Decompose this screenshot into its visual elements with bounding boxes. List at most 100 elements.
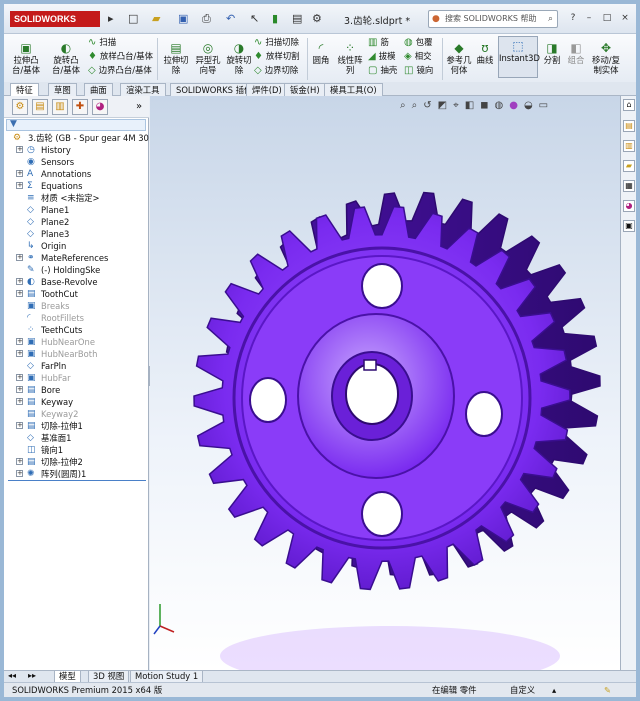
save-icon[interactable]: ▣: [178, 12, 188, 26]
expand-icon[interactable]: +: [16, 170, 23, 177]
tab-sketch[interactable]: 草图: [48, 83, 77, 96]
boundary-boss-button[interactable]: ◇ 边界凸台/基体: [88, 64, 152, 77]
scroll-left-icon[interactable]: ◂◂: [8, 671, 16, 680]
expand-icon[interactable]: +: [16, 398, 23, 405]
file-properties-icon[interactable]: ▤: [292, 12, 302, 26]
expand-icon[interactable]: +: [16, 458, 23, 465]
fillet-button[interactable]: ◜ 圆角: [309, 42, 333, 66]
rib-button[interactable]: ▥ 筋: [368, 36, 389, 49]
tree-item[interactable]: + ⚭ MateReferences: [4, 252, 149, 264]
help-search-input[interactable]: ● 搜索 SOLIDWORKS 帮助 ⌕: [428, 10, 558, 28]
tree-item[interactable]: ✎ (-) HoldingSke: [4, 264, 149, 276]
display-manager-tab-icon[interactable]: ◕: [92, 99, 108, 115]
feature-manager-tab-icon[interactable]: ⚙: [12, 99, 28, 115]
gear-model[interactable]: [150, 96, 620, 670]
intersect-button[interactable]: ◈ 相交: [404, 50, 431, 63]
tab-sheet-metal[interactable]: 钣金(H): [284, 83, 326, 96]
expand-icon[interactable]: +: [16, 374, 23, 381]
loft-boss-button[interactable]: ♦ 放样凸台/基体: [88, 50, 153, 63]
tab-weldments[interactable]: 焊件(D): [246, 83, 288, 96]
dimxpert-tab-icon[interactable]: ✚: [72, 99, 88, 115]
expand-icon[interactable]: +: [16, 422, 23, 429]
minimize-icon[interactable]: –: [582, 10, 596, 26]
close-icon[interactable]: ×: [618, 10, 632, 26]
new-document-icon[interactable]: □: [128, 12, 138, 26]
maximize-icon[interactable]: □: [600, 10, 614, 26]
tree-item[interactable]: + A Annotations: [4, 168, 149, 180]
curves-button[interactable]: ʊ 曲线: [474, 42, 496, 66]
undo-icon[interactable]: ↶: [226, 12, 235, 26]
tree-item[interactable]: + ◷ History: [4, 144, 149, 156]
rebuild-icon[interactable]: ▮: [272, 12, 278, 26]
tree-item[interactable]: ▣ Breaks: [4, 300, 149, 312]
file-explorer-icon[interactable]: ▰: [623, 160, 635, 172]
expand-icon[interactable]: +: [16, 338, 23, 345]
expand-icon[interactable]: +: [16, 350, 23, 357]
tree-item[interactable]: ◇ Plane1: [4, 204, 149, 216]
tree-item[interactable]: + ▤ Keyway: [4, 396, 149, 408]
expand-icon[interactable]: +: [16, 254, 23, 261]
revolve-boss-button[interactable]: ◐ 旋转凸 台/基体: [48, 42, 84, 76]
mirror-button[interactable]: ◫ 镜向: [404, 64, 433, 77]
design-library-icon[interactable]: ▥: [623, 140, 635, 152]
tab-render-tools[interactable]: 渲染工具: [120, 83, 166, 96]
units-chevron-icon[interactable]: ▴: [552, 683, 556, 697]
tree-item[interactable]: ◇ Plane3: [4, 228, 149, 240]
extrude-boss-button[interactable]: ▣ 拉伸凸 台/基体: [8, 42, 44, 76]
expand-icon[interactable]: +: [16, 386, 23, 393]
tree-item[interactable]: + ◐ Base-Revolve: [4, 276, 149, 288]
chevron-right-icon[interactable]: »: [136, 101, 142, 112]
tab-mold-tools[interactable]: 模具工具(O): [324, 83, 383, 96]
appearances-icon[interactable]: ◕: [623, 200, 635, 212]
tree-item[interactable]: + ▣ HubNearBoth: [4, 348, 149, 360]
tab-features[interactable]: 特征: [10, 83, 39, 96]
tree-item[interactable]: + ▤ ToothCut: [4, 288, 149, 300]
select-arrow-icon[interactable]: ↖: [250, 12, 259, 26]
wrap-button[interactable]: ◍ 包覆: [404, 36, 432, 49]
menu-arrow-icon[interactable]: ▸: [108, 12, 114, 26]
revolve-cut-button[interactable]: ◑ 旋转切 除: [224, 42, 254, 76]
tree-item[interactable]: ≡ 材质 <未指定>: [4, 192, 149, 204]
tree-item[interactable]: ◇ 基准面1: [4, 432, 149, 444]
tree-filter[interactable]: ▼: [6, 119, 146, 131]
expand-icon[interactable]: +: [16, 146, 23, 153]
print-icon[interactable]: ⎙: [202, 12, 211, 26]
hole-wizard-button[interactable]: ◎ 异型孔 向导: [192, 42, 224, 76]
expand-icon[interactable]: +: [16, 278, 23, 285]
configuration-manager-tab-icon[interactable]: ▥: [52, 99, 68, 115]
reference-geometry-button[interactable]: ◆ 参考几 何体: [444, 42, 474, 76]
search-icon[interactable]: ⌕: [548, 11, 553, 27]
sweep-button[interactable]: ∿ 扫描: [88, 36, 116, 49]
tree-item[interactable]: ◉ Sensors: [4, 156, 149, 168]
tree-item[interactable]: ◇ FarPln: [4, 360, 149, 372]
draft-button[interactable]: ◢ 拔模: [368, 50, 395, 63]
view-palette-icon[interactable]: ▦: [623, 180, 635, 192]
shell-button[interactable]: ▢ 抽壳: [368, 64, 397, 77]
tree-item[interactable]: + ▤ 切除-拉伸2: [4, 456, 149, 468]
status-units[interactable]: 自定义: [510, 683, 535, 697]
tree-item[interactable]: ◇ Plane2: [4, 216, 149, 228]
open-folder-icon[interactable]: ▰: [152, 12, 160, 26]
custom-properties-icon[interactable]: ▣: [623, 220, 635, 232]
linear-pattern-button[interactable]: ⁘ 线性阵 列: [334, 42, 366, 76]
move-copy-body-button[interactable]: ✥ 移动/复 制实体: [588, 42, 624, 76]
tree-item[interactable]: ◜ RootFillets: [4, 312, 149, 324]
tree-item[interactable]: + Σ Equations: [4, 180, 149, 192]
boundary-cut-button[interactable]: ◇ 边界切除: [254, 64, 298, 77]
resources-icon[interactable]: ▤: [623, 120, 635, 132]
extrude-cut-button[interactable]: ▤ 拉伸切 除: [160, 42, 192, 76]
expand-icon[interactable]: +: [16, 470, 23, 477]
rebuild-status-icon[interactable]: ✎: [604, 683, 611, 697]
tree-item[interactable]: ◫ 镜向1: [4, 444, 149, 456]
help-question-icon[interactable]: ?: [566, 10, 580, 26]
expand-icon[interactable]: +: [16, 182, 23, 189]
home-icon[interactable]: ⌂: [623, 99, 635, 111]
tree-item[interactable]: ↳ Origin: [4, 240, 149, 252]
tree-item[interactable]: ⁘ TeethCuts: [4, 324, 149, 336]
expand-icon[interactable]: +: [16, 290, 23, 297]
graphics-area[interactable]: ⌕ ⌕ ↺ ◩ ⌖ ◧ ◼ ◍ ● ◒ ▭: [150, 96, 620, 670]
tree-item[interactable]: + ▣ HubNearOne: [4, 336, 149, 348]
tree-item[interactable]: + ✺ 阵列(圆周)1: [4, 468, 149, 480]
tree-item[interactable]: + ▤ 切除-拉伸1: [4, 420, 149, 432]
scroll-right-icon[interactable]: ▸▸: [28, 671, 36, 680]
